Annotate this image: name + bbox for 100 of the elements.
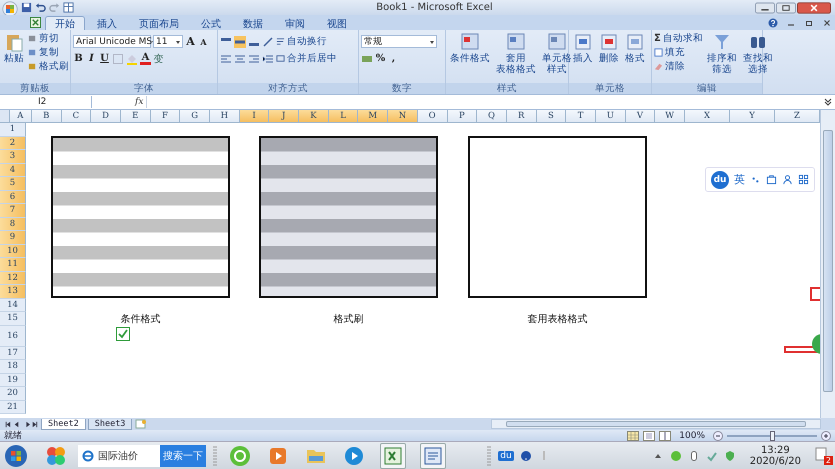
row-header[interactable]: 9 bbox=[0, 231, 26, 244]
spreadsheet-icon[interactable] bbox=[380, 442, 406, 468]
orientation-icon[interactable] bbox=[262, 36, 274, 48]
column-header[interactable]: N bbox=[388, 110, 418, 123]
zoom-out-icon[interactable] bbox=[713, 430, 723, 440]
font-style-button[interactable]: U bbox=[99, 52, 110, 65]
column-header[interactable]: Q bbox=[477, 110, 507, 123]
column-header[interactable]: K bbox=[299, 110, 329, 123]
column-header[interactable]: O bbox=[418, 110, 448, 123]
edit-button[interactable]: 排序和 筛选 bbox=[704, 32, 739, 83]
horizontal-scrollbar[interactable] bbox=[491, 419, 821, 429]
grid-icon[interactable] bbox=[798, 174, 809, 185]
vertical-scrollbar[interactable] bbox=[820, 110, 835, 418]
column-header[interactable]: B bbox=[32, 110, 62, 123]
insert-function-button[interactable]: fx bbox=[135, 97, 144, 107]
font-select[interactable]: Arial Unicode MS bbox=[73, 35, 151, 48]
clear-button[interactable]: 清除 bbox=[654, 60, 703, 73]
edit-button[interactable]: 查找和 选择 bbox=[740, 32, 775, 83]
column-header[interactable]: A bbox=[10, 110, 32, 123]
column-header[interactable]: U bbox=[596, 110, 626, 123]
align-middle-icon[interactable] bbox=[234, 36, 246, 48]
user-icon[interactable] bbox=[782, 174, 793, 185]
cell-button[interactable]: 删除 bbox=[597, 32, 621, 83]
column-header[interactable]: R bbox=[506, 110, 537, 123]
column-header[interactable]: M bbox=[358, 110, 388, 123]
zoom-in-icon[interactable] bbox=[821, 430, 831, 440]
paste-button[interactable]: 粘贴 bbox=[2, 32, 26, 83]
help-icon[interactable] bbox=[520, 450, 532, 462]
row-header[interactable]: 21 bbox=[0, 400, 26, 414]
fill-button[interactable]: 填充 bbox=[654, 46, 703, 59]
column-header[interactable]: H bbox=[210, 110, 240, 123]
sheet-tab[interactable]: Sheet2 bbox=[41, 418, 86, 430]
normal-view-icon[interactable] bbox=[627, 430, 640, 440]
column-header[interactable]: Z bbox=[775, 110, 820, 123]
ribbon-tab[interactable]: 插入 bbox=[87, 16, 127, 30]
row-header[interactable]: 20 bbox=[0, 387, 26, 400]
clipboard-button[interactable]: 格式刷 bbox=[28, 60, 69, 73]
row-header[interactable]: 16 bbox=[0, 326, 26, 346]
font-color-button[interactable]: A bbox=[140, 52, 151, 64]
insert-sheet-icon[interactable] bbox=[134, 419, 148, 429]
column-header[interactable]: I bbox=[240, 110, 270, 123]
table-icon[interactable] bbox=[63, 2, 74, 13]
number-format-select[interactable]: 常规 bbox=[361, 35, 437, 48]
document-icon[interactable] bbox=[420, 442, 446, 468]
column-header[interactable]: G bbox=[180, 110, 210, 123]
clipboard-button[interactable]: 复制 bbox=[28, 46, 69, 59]
column-header[interactable]: W bbox=[655, 110, 685, 123]
expand-icon[interactable] bbox=[823, 97, 833, 107]
column-header[interactable]: P bbox=[448, 110, 478, 123]
column-header[interactable]: V bbox=[626, 110, 656, 123]
comma-button[interactable]: , bbox=[388, 52, 399, 65]
row-header[interactable]: 19 bbox=[0, 374, 26, 387]
row-header[interactable]: 18 bbox=[0, 360, 26, 374]
search-field[interactable]: 国际油价 bbox=[78, 444, 160, 466]
fill-color-icon[interactable] bbox=[126, 52, 138, 64]
align-center-icon[interactable] bbox=[234, 52, 246, 64]
language-toggle[interactable]: 英 bbox=[734, 172, 745, 187]
row-header[interactable]: 8 bbox=[0, 218, 26, 231]
column-header[interactable]: J bbox=[269, 110, 300, 123]
column-header[interactable]: L bbox=[328, 110, 358, 123]
shrink-font-button[interactable]: A bbox=[198, 35, 209, 48]
close-icon[interactable] bbox=[822, 18, 832, 28]
row-header[interactable]: 6 bbox=[0, 190, 26, 204]
checkbox[interactable] bbox=[116, 327, 130, 341]
search-button[interactable]: 搜索一下 bbox=[160, 444, 206, 466]
row-header[interactable]: 4 bbox=[0, 164, 26, 177]
undo-icon[interactable] bbox=[35, 2, 46, 13]
save-icon[interactable] bbox=[21, 2, 32, 13]
font-size-select[interactable]: 11 bbox=[153, 35, 183, 48]
wrap-text-button[interactable]: 自动换行 bbox=[276, 35, 327, 48]
ribbon-tab[interactable]: 开始 bbox=[45, 16, 85, 30]
row-header[interactable]: 5 bbox=[0, 177, 26, 190]
page-break-icon[interactable] bbox=[659, 430, 672, 440]
align-right-icon[interactable] bbox=[248, 52, 260, 64]
help-icon[interactable] bbox=[768, 18, 778, 28]
row-header[interactable]: 12 bbox=[0, 272, 26, 285]
sheet-tab[interactable]: Sheet3 bbox=[88, 418, 132, 430]
font-style-button[interactable]: B bbox=[73, 52, 84, 65]
zoom-level[interactable]: 100% bbox=[679, 430, 705, 440]
sheet-navigation-icon[interactable] bbox=[3, 420, 39, 428]
spreadsheet-icon[interactable] bbox=[30, 17, 41, 28]
cell-button[interactable]: 插入 bbox=[571, 32, 595, 83]
phonetic-button[interactable]: 变 bbox=[153, 52, 164, 65]
row-header[interactable]: 11 bbox=[0, 258, 26, 272]
row-header[interactable]: 14 bbox=[0, 298, 26, 312]
row-header[interactable]: 3 bbox=[0, 150, 26, 164]
percent-button[interactable]: % bbox=[375, 52, 386, 65]
close-icon[interactable] bbox=[797, 2, 831, 14]
name-box[interactable]: I2 bbox=[0, 96, 92, 108]
page-layout-icon[interactable] bbox=[643, 430, 656, 440]
zoom-slider-thumb[interactable] bbox=[770, 430, 775, 440]
style-button[interactable]: 套用 表格格式 bbox=[494, 32, 538, 83]
column-header[interactable]: F bbox=[150, 110, 180, 123]
style-button[interactable]: 单元格 样式 bbox=[540, 32, 574, 83]
column-header[interactable]: C bbox=[62, 110, 92, 123]
ribbon-tab[interactable]: 视图 bbox=[317, 16, 357, 30]
maximize-icon[interactable] bbox=[776, 2, 796, 14]
row-header[interactable]: 15 bbox=[0, 312, 26, 326]
clipboard-button[interactable]: 剪切 bbox=[28, 32, 69, 45]
ribbon-tab[interactable]: 数据 bbox=[233, 16, 273, 30]
